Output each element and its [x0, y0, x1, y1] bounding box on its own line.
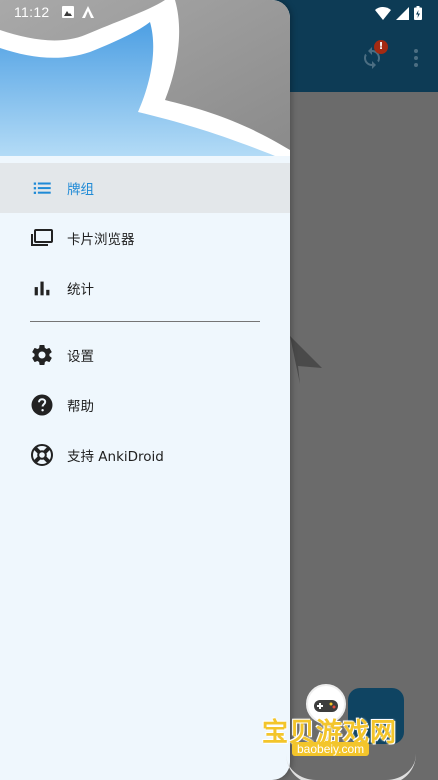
list-icon — [30, 176, 54, 200]
wifi-icon — [375, 6, 391, 20]
nav-item-label: 帮助 — [67, 399, 94, 415]
drawer-divider — [30, 321, 260, 322]
image-notification-icon — [62, 6, 74, 18]
nav-item-label: 设置 — [67, 349, 94, 365]
nav-item-label: 卡片浏览器 — [67, 232, 135, 248]
a-notification-icon — [82, 6, 94, 18]
help-icon — [30, 393, 54, 417]
gear-icon — [30, 343, 54, 367]
status-time: 11:12 — [14, 4, 50, 20]
nav-item-help[interactable]: 帮助 — [0, 380, 290, 430]
nav-item-label: 支持 AnkiDroid — [67, 449, 164, 465]
watermark-swoosh — [286, 754, 416, 780]
sync-badge: ! — [374, 40, 388, 54]
site-watermark: 宝贝游戏网 baobeiy.com — [262, 684, 438, 780]
nav-item-decks[interactable]: 牌组 — [0, 163, 290, 213]
nav-item-label: 牌组 — [67, 182, 94, 198]
background-arrow-shape — [290, 336, 322, 384]
drawer-nav-list: 牌组 卡片浏览器 统计 设置 帮助 支持 AnkiDroid — [0, 163, 290, 480]
lifebuoy-icon — [30, 443, 54, 467]
nav-item-statistics[interactable]: 统计 — [0, 263, 290, 313]
battery-icon — [414, 6, 422, 20]
nav-item-settings[interactable]: 设置 — [0, 330, 290, 380]
signal-icon — [396, 6, 409, 20]
nav-item-card-browser[interactable]: 卡片浏览器 — [0, 213, 290, 263]
status-bar: 11:12 — [0, 0, 438, 26]
watermark-url: baobeiy.com — [292, 742, 370, 756]
bar-chart-icon — [30, 276, 54, 300]
overflow-menu-icon[interactable] — [404, 46, 428, 70]
card-browser-icon — [30, 226, 54, 250]
nav-item-support-ankidroid[interactable]: 支持 AnkiDroid — [0, 430, 290, 480]
nav-item-label: 统计 — [67, 282, 94, 298]
navigation-drawer: 牌组 卡片浏览器 统计 设置 帮助 支持 AnkiDroid — [0, 0, 290, 780]
